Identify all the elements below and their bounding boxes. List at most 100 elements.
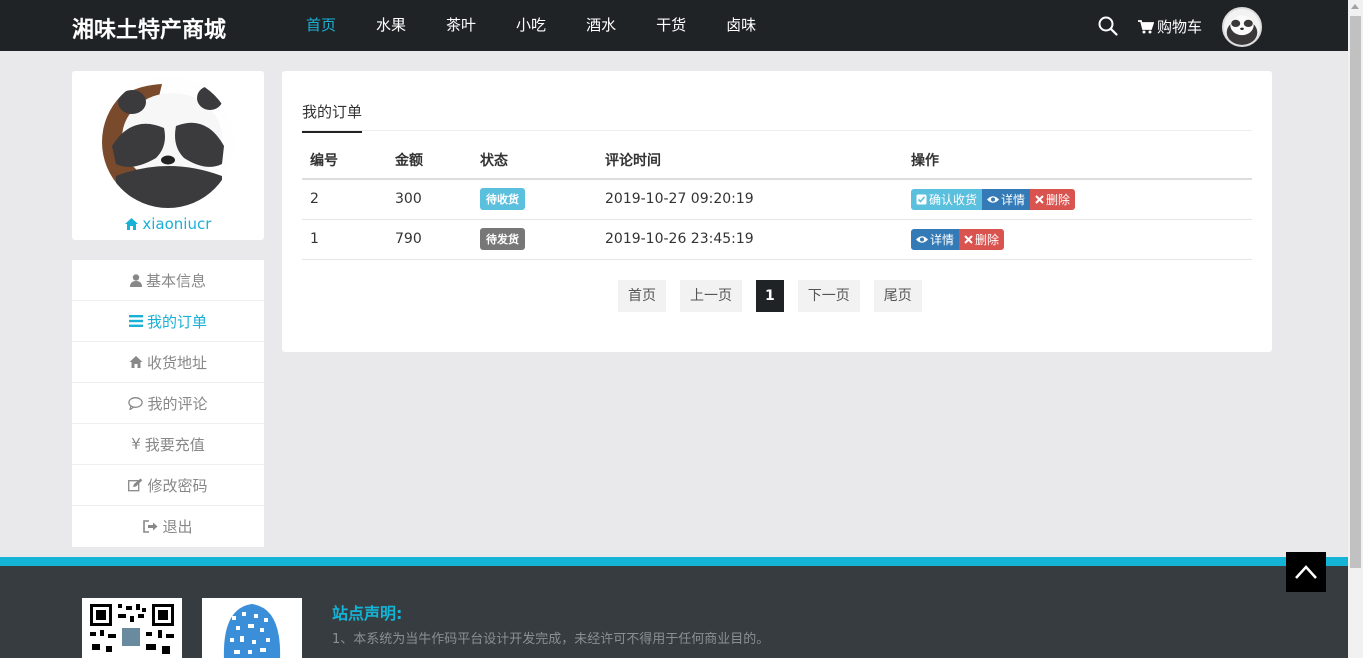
table-header-row: 编号 金额 状态 评论时间 操作	[302, 141, 1252, 180]
nav-item-home[interactable]: 首页	[306, 0, 336, 51]
sidebar-item-label: 我的订单	[146, 312, 207, 331]
scrollbar-thumb[interactable]	[1350, 16, 1361, 568]
sidebar-menu: 基本信息 我的订单 收货地址 我的评论 ¥ 我要充值 修改密码 退出	[72, 260, 264, 547]
list-icon	[128, 315, 143, 327]
orders-table: 编号 金额 状态 评论时间 操作 2 300 待收货 2019-10-27 09…	[302, 141, 1252, 260]
main-nav: 首页 水果 茶叶 小吃 酒水 干货 卤味	[306, 0, 796, 51]
panda-avatar-icon	[102, 76, 234, 208]
order-status-cell: 待发货	[472, 219, 597, 260]
column-header-amount: 金额	[387, 141, 472, 180]
search-icon[interactable]	[1098, 16, 1118, 36]
sidebar-item-my-orders[interactable]: 我的订单	[72, 301, 264, 342]
cart-icon	[1138, 19, 1154, 33]
column-header-id: 编号	[302, 141, 387, 180]
sidebar-item-recharge[interactable]: ¥ 我要充值	[72, 424, 264, 465]
nav-item-drinks[interactable]: 酒水	[586, 0, 616, 51]
scroll-up-icon[interactable]	[1351, 4, 1359, 9]
cart-link[interactable]: 购物车	[1138, 16, 1202, 37]
qr-code-icon	[202, 598, 302, 658]
tab-divider	[302, 130, 1252, 131]
detail-button[interactable]: 详情	[911, 228, 960, 250]
button-label: 删除	[1046, 192, 1071, 207]
page-last-button[interactable]: 尾页	[873, 280, 922, 312]
edit-icon	[128, 478, 143, 492]
eye-icon	[987, 196, 1000, 203]
page-scrollbar[interactable]	[1348, 0, 1363, 658]
button-label: 删除	[975, 232, 1000, 247]
sidebar-item-label: 修改密码	[147, 476, 208, 495]
order-actions: 详情 删除	[903, 219, 1252, 260]
user-avatar[interactable]	[1222, 7, 1262, 47]
sidebar-item-label: 我的评论	[147, 394, 208, 413]
action-button-group: 详情 删除	[911, 228, 1005, 250]
nav-item-braised[interactable]: 卤味	[726, 0, 756, 51]
table-row: 2 300 待收货 2019-10-27 09:20:19 确认收货 详情 删除	[302, 179, 1252, 220]
sidebar-item-label: 退出	[162, 518, 193, 536]
alipay-qr-code	[202, 598, 302, 658]
column-header-actions: 操作	[903, 141, 1252, 180]
delete-button[interactable]: 删除	[959, 228, 1005, 250]
order-amount: 790	[387, 219, 472, 260]
wechat-qr-code	[82, 598, 182, 658]
nav-item-fruit[interactable]: 水果	[376, 0, 406, 51]
eye-icon	[916, 235, 928, 243]
back-to-top-button[interactable]	[1286, 552, 1326, 592]
home-icon	[124, 218, 138, 230]
order-amount: 300	[387, 179, 472, 220]
top-navbar: 湘味土特产商城 首页 水果 茶叶 小吃 酒水 干货 卤味 购物车	[0, 0, 1348, 51]
page-first-button[interactable]: 首页	[618, 280, 666, 312]
yen-icon: ¥	[131, 435, 141, 453]
panda-avatar-icon	[1224, 9, 1260, 45]
sidebar-item-label: 我要充值	[144, 435, 205, 454]
detail-button[interactable]: 详情	[982, 188, 1031, 210]
footer-title: 站点声明:	[332, 604, 403, 623]
confirm-receipt-button[interactable]: 确认收货	[911, 188, 983, 210]
nav-item-tea[interactable]: 茶叶	[446, 0, 476, 51]
site-footer: 站点声明: 1、本系统为当牛作码平台设计开发完成，未经许可不得用于任何商业目的。	[0, 566, 1348, 658]
button-label: 详情	[1001, 192, 1026, 207]
column-header-time: 评论时间	[597, 141, 903, 180]
user-icon	[129, 273, 142, 287]
nav-item-snack[interactable]: 小吃	[516, 0, 546, 51]
close-icon	[1035, 195, 1044, 204]
sidebar-item-basic-info[interactable]: 基本信息	[72, 260, 264, 301]
orders-panel: 我的订单 编号 金额 状态 评论时间 操作 2 300 待收货 2019-10-…	[282, 71, 1272, 352]
sidebar-item-address[interactable]: 收货地址	[72, 342, 264, 383]
button-label: 确认收货	[929, 192, 978, 207]
sidebar-item-change-password[interactable]: 修改密码	[72, 465, 264, 506]
chevron-up-icon	[1295, 565, 1317, 579]
username-text: xiaoniucr	[142, 215, 212, 233]
check-square-icon	[916, 194, 927, 205]
table-row: 1 790 待发货 2019-10-26 23:45:19 详情 删除	[302, 219, 1252, 260]
sidebar-item-label: 基本信息	[145, 271, 206, 290]
site-brand[interactable]: 湘味土特产商城	[72, 12, 226, 44]
profile-card: xiaoniucr	[72, 71, 264, 240]
tab-my-orders[interactable]: 我的订单	[302, 101, 363, 133]
page-current-button[interactable]: 1	[756, 280, 784, 312]
profile-avatar	[102, 76, 234, 208]
order-actions: 确认收货 详情 删除	[903, 179, 1252, 220]
order-time: 2019-10-26 23:45:19	[597, 219, 903, 260]
page-next-button[interactable]: 下一页	[797, 280, 860, 312]
profile-username[interactable]: xiaoniucr	[72, 215, 264, 233]
order-id: 1	[302, 219, 387, 260]
action-button-group: 确认收货 详情 删除	[911, 188, 1076, 210]
status-badge: 待收货	[480, 188, 525, 211]
page-prev-button[interactable]: 上一页	[680, 280, 742, 312]
button-label: 详情	[930, 232, 955, 247]
comment-icon	[128, 396, 144, 410]
qr-code-icon	[82, 598, 182, 658]
sign-out-icon	[143, 520, 158, 533]
close-icon	[964, 234, 973, 244]
nav-item-dried-goods[interactable]: 干货	[656, 0, 686, 51]
status-badge: 待发货	[480, 228, 525, 250]
sidebar-item-my-comments[interactable]: 我的评论	[72, 383, 264, 424]
order-status-cell: 待收货	[472, 179, 597, 220]
delete-button[interactable]: 删除	[1030, 188, 1076, 210]
footer-accent-bar	[0, 557, 1348, 566]
order-id: 2	[302, 179, 387, 220]
sidebar-item-label: 收货地址	[146, 353, 207, 372]
cart-label: 购物车	[1157, 18, 1203, 36]
sidebar-item-logout[interactable]: 退出	[72, 506, 264, 547]
pagination: 首页 上一页 1 下一页 尾页	[618, 280, 936, 312]
